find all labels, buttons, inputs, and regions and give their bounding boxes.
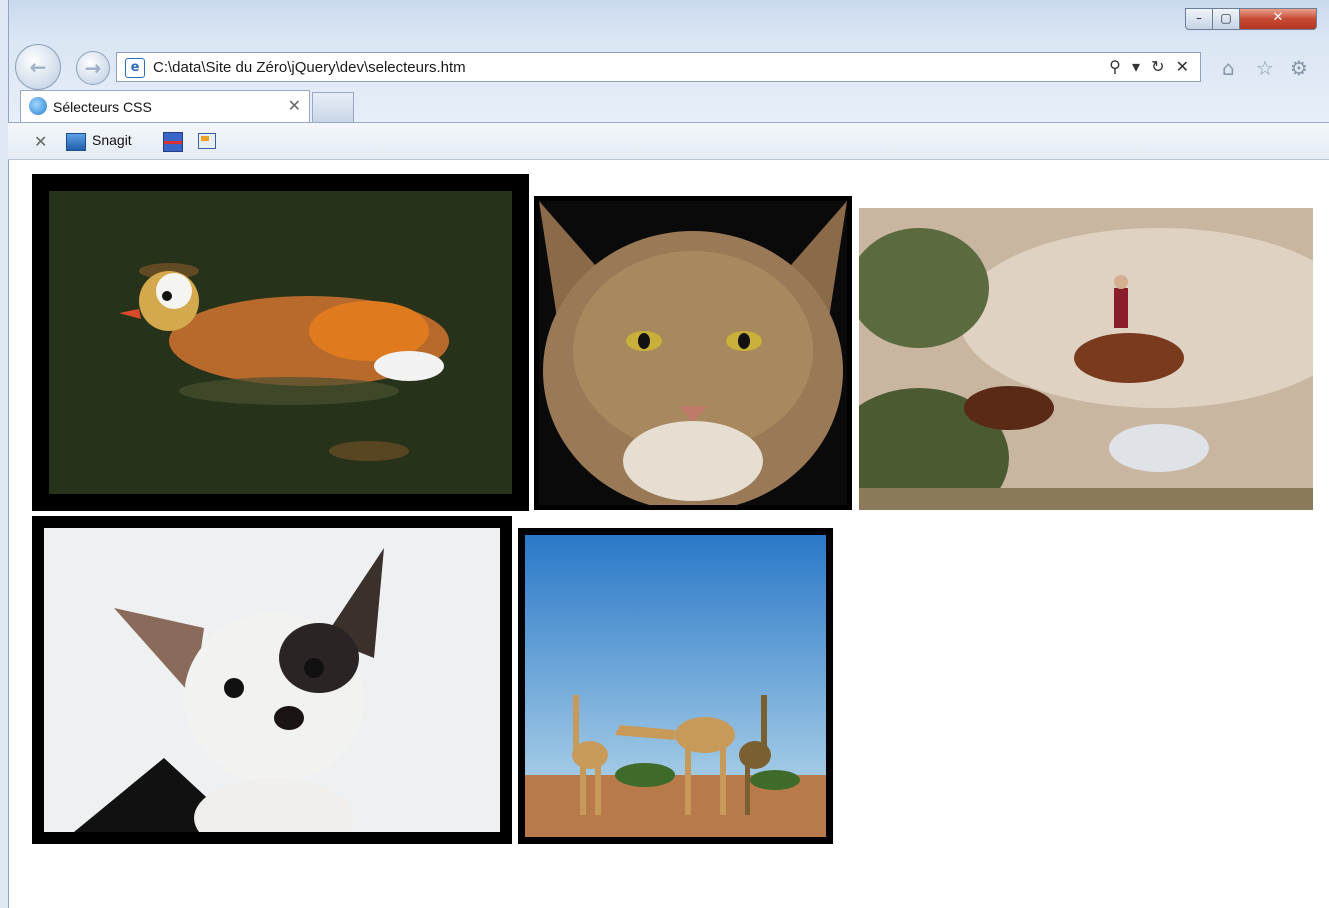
tabby-cat-image — [534, 196, 852, 510]
giraffes-image — [518, 528, 833, 844]
duck-picture — [49, 191, 512, 494]
address-tools[interactable]: ⚲ ▾ ↻ ✕ — [1109, 57, 1192, 76]
close-window-button[interactable]: ✕ — [1239, 8, 1317, 30]
close-icon: ✕ — [1272, 10, 1284, 25]
giraffes-picture — [525, 535, 826, 837]
new-tab-button[interactable] — [312, 92, 354, 122]
tab-label: Sélecteurs CSS — [53, 99, 152, 115]
maximize-icon: ▢ — [1220, 11, 1232, 25]
back-button[interactable]: ← — [15, 44, 61, 90]
back-arrow-icon: ← — [29, 55, 47, 79]
horses-rider-image — [859, 208, 1313, 510]
forward-button[interactable]: → — [76, 51, 110, 85]
tab-close-icon[interactable]: ✕ — [288, 96, 301, 115]
ie-tab-icon — [29, 97, 47, 115]
snagit-button[interactable]: Snagit — [92, 132, 132, 148]
cat-picture — [539, 201, 847, 505]
page-content — [9, 160, 1329, 908]
snagit-capture-icon[interactable] — [163, 132, 183, 152]
dog-picture — [44, 528, 500, 832]
chihuahua-image — [32, 516, 512, 844]
horses-picture — [859, 208, 1313, 510]
home-icon[interactable]: ⌂ — [1222, 56, 1235, 80]
minimize-button[interactable]: – — [1185, 8, 1213, 30]
address-url[interactable]: C:\data\Site du Zéro\jQuery\dev\selecteu… — [153, 59, 466, 76]
forward-arrow-icon: → — [84, 56, 102, 80]
command-bar-close-icon[interactable]: ✕ — [34, 132, 47, 151]
mandarin-duck-image — [32, 174, 529, 511]
address-bar[interactable]: e C:\data\Site du Zéro\jQuery\dev\select… — [116, 52, 1201, 82]
minimize-icon: – — [1196, 11, 1202, 25]
snagit-editor-icon[interactable] — [198, 133, 216, 149]
favorites-star-icon[interactable]: ☆ — [1256, 56, 1274, 80]
tab-selecteurs-css[interactable]: Sélecteurs CSS ✕ — [20, 90, 310, 122]
settings-gear-icon[interactable]: ⚙ — [1290, 56, 1308, 80]
command-bar: ✕ Snagit — [8, 122, 1329, 160]
maximize-button[interactable]: ▢ — [1212, 8, 1240, 30]
ie-page-icon: e — [125, 58, 145, 78]
snagit-icon[interactable] — [66, 133, 86, 151]
